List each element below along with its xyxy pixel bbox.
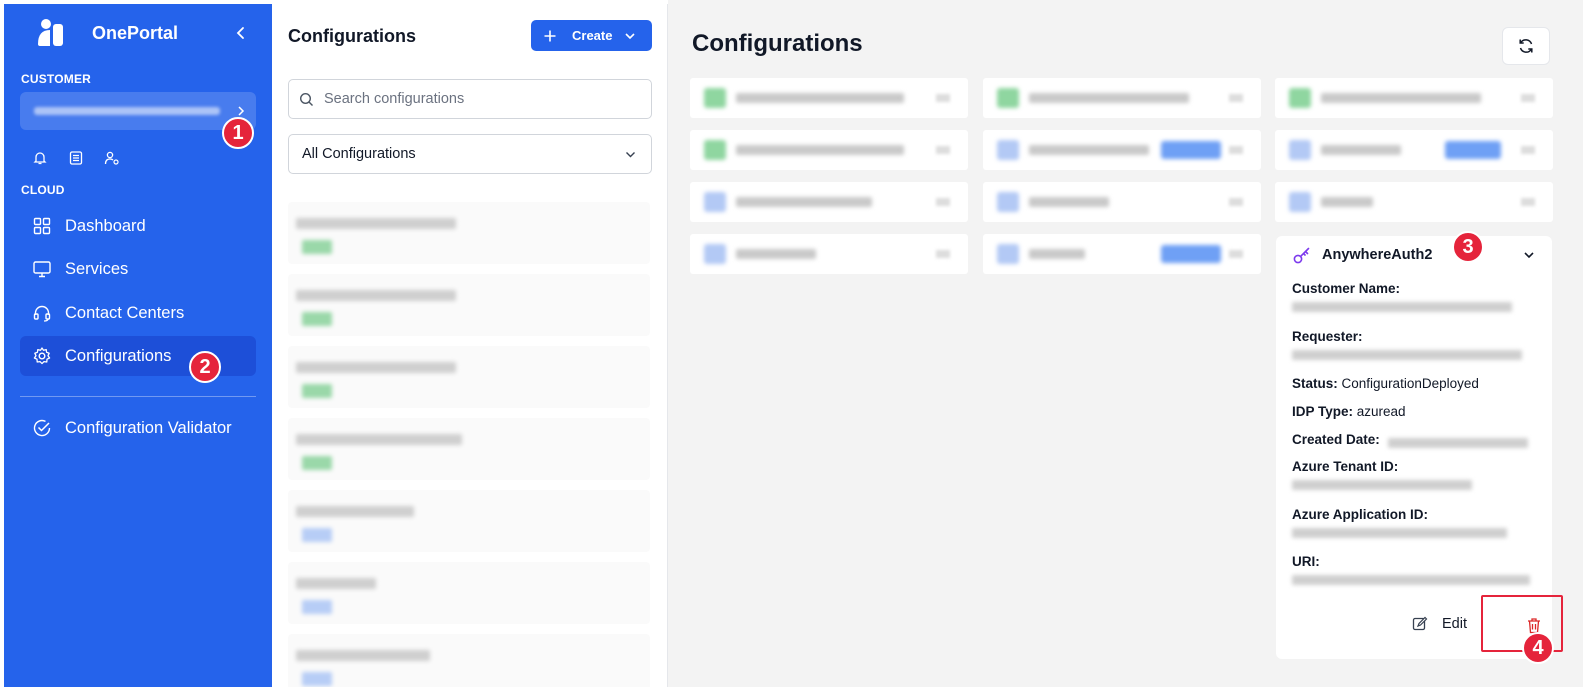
chevron-right-icon [238, 106, 245, 116]
uri-field: URI: [1292, 554, 1536, 585]
config-tile[interactable] [983, 78, 1261, 118]
list-item[interactable] [288, 274, 650, 336]
config-tile[interactable] [1275, 78, 1553, 118]
list-panel-title: Configurations [288, 26, 416, 46]
oneportal-logo-icon [38, 19, 63, 46]
nav-services[interactable]: Services [20, 249, 256, 289]
nav-divider [20, 396, 256, 397]
redacted-value [1292, 480, 1472, 490]
list-item[interactable] [288, 202, 650, 264]
field-label: Status: [1292, 376, 1338, 391]
nav-contact-centers[interactable]: Contact Centers [20, 293, 256, 333]
list-item[interactable] [288, 418, 650, 480]
nav-configuration-validator[interactable]: Configuration Validator [20, 408, 256, 448]
status-field: Status: ConfigurationDeployed [1292, 376, 1536, 391]
field-label: Azure Tenant ID: [1292, 459, 1399, 474]
config-tile[interactable] [983, 182, 1261, 222]
main-content: Configurations AnywhereAuth2 Customer Na… [668, 0, 1583, 687]
config-tile[interactable] [983, 234, 1261, 274]
field-label: Requester: [1292, 329, 1363, 344]
nav-label: Services [65, 259, 129, 278]
customer-name-redacted [34, 107, 220, 115]
search-box[interactable] [288, 79, 652, 119]
configurations-list-panel: Configurations Create All Configurations [272, 4, 668, 687]
quick-actions [32, 150, 120, 166]
redacted-value [1292, 350, 1522, 360]
create-label: Create [572, 28, 613, 43]
configuration-name: AnywhereAuth2 [1322, 247, 1433, 263]
field-label: Customer Name: [1292, 281, 1401, 296]
detail-header[interactable]: AnywhereAuth2 [1292, 245, 1432, 265]
list-item[interactable] [288, 346, 650, 408]
chevron-down-icon [625, 32, 636, 39]
redacted-value [1292, 302, 1512, 312]
config-tile[interactable] [690, 182, 968, 222]
nav-label: Contact Centers [65, 303, 185, 322]
chevron-down-icon [626, 152, 635, 158]
chevron-down-icon[interactable] [1522, 248, 1536, 262]
idp-type-field: IDP Type: azuread [1292, 404, 1536, 419]
cloud-section-label: CLOUD [21, 183, 65, 197]
field-label: Azure Application ID: [1292, 507, 1429, 522]
config-tile[interactable] [690, 78, 968, 118]
redacted-value [1292, 575, 1530, 585]
config-tile[interactable] [690, 130, 968, 170]
check-circle-icon [33, 419, 51, 437]
list-item[interactable] [288, 562, 650, 624]
collapse-sidebar-icon[interactable] [232, 24, 250, 42]
page-title: Configurations [692, 30, 863, 57]
filter-value: All Configurations [302, 146, 416, 162]
nav-label: Dashboard [65, 216, 146, 235]
field-label: IDP Type: [1292, 404, 1354, 419]
customer-section-label: CUSTOMER [21, 72, 92, 86]
redacted-value [1387, 438, 1528, 449]
annotation-badge-3: 3 [1452, 231, 1484, 263]
grid-icon [33, 217, 51, 235]
annotation-badge-2: 2 [189, 351, 221, 383]
nav-label: Configuration Validator [65, 418, 232, 437]
nav-label: Configurations [65, 346, 172, 365]
field-label: URI: [1292, 554, 1320, 569]
list-item[interactable] [288, 490, 650, 552]
app-name: OnePortal [92, 22, 179, 43]
edit-label: Edit [1442, 616, 1467, 632]
customer-selector[interactable] [20, 92, 256, 130]
config-tile[interactable] [1275, 182, 1553, 222]
user-settings-icon[interactable] [104, 150, 120, 166]
document-list-icon[interactable] [68, 150, 84, 166]
gear-icon [33, 347, 51, 365]
configuration-filter-select[interactable]: All Configurations [288, 134, 652, 174]
monitor-icon [33, 261, 51, 278]
refresh-icon [1519, 39, 1533, 53]
create-button[interactable]: Create [531, 20, 652, 51]
field-label: Created Date: [1292, 432, 1380, 447]
config-tile[interactable] [690, 234, 968, 274]
requester-field: Requester: [1292, 329, 1536, 360]
edit-button[interactable]: Edit [1412, 616, 1467, 632]
sidebar: OnePortal CUSTOMER CLOUD Dashboard Servi… [4, 4, 272, 687]
search-input[interactable] [324, 91, 624, 107]
key-icon [1293, 247, 1310, 264]
created-date-field: Created Date: [1292, 432, 1536, 449]
search-icon [299, 92, 313, 106]
refresh-button[interactable] [1502, 27, 1550, 65]
list-item[interactable] [288, 634, 650, 687]
brand[interactable]: OnePortal [36, 18, 178, 48]
edit-icon [1412, 616, 1428, 631]
config-tile[interactable] [1275, 130, 1553, 170]
status-value: ConfigurationDeployed [1341, 376, 1479, 391]
annotation-badge-4: 4 [1522, 632, 1554, 664]
customer-name-field: Customer Name: [1292, 281, 1536, 312]
plus-icon [544, 30, 556, 41]
nav-dashboard[interactable]: Dashboard [20, 206, 256, 246]
azure-tenant-id-field: Azure Tenant ID: [1292, 459, 1536, 490]
redacted-value [1292, 528, 1507, 538]
headset-icon [33, 305, 51, 322]
config-tile[interactable] [983, 130, 1261, 170]
configuration-list [288, 202, 650, 687]
annotation-badge-1: 1 [222, 117, 254, 149]
bell-icon[interactable] [32, 150, 48, 166]
azure-application-id-field: Azure Application ID: [1292, 507, 1536, 538]
idp-type-value: azuread [1356, 404, 1406, 419]
